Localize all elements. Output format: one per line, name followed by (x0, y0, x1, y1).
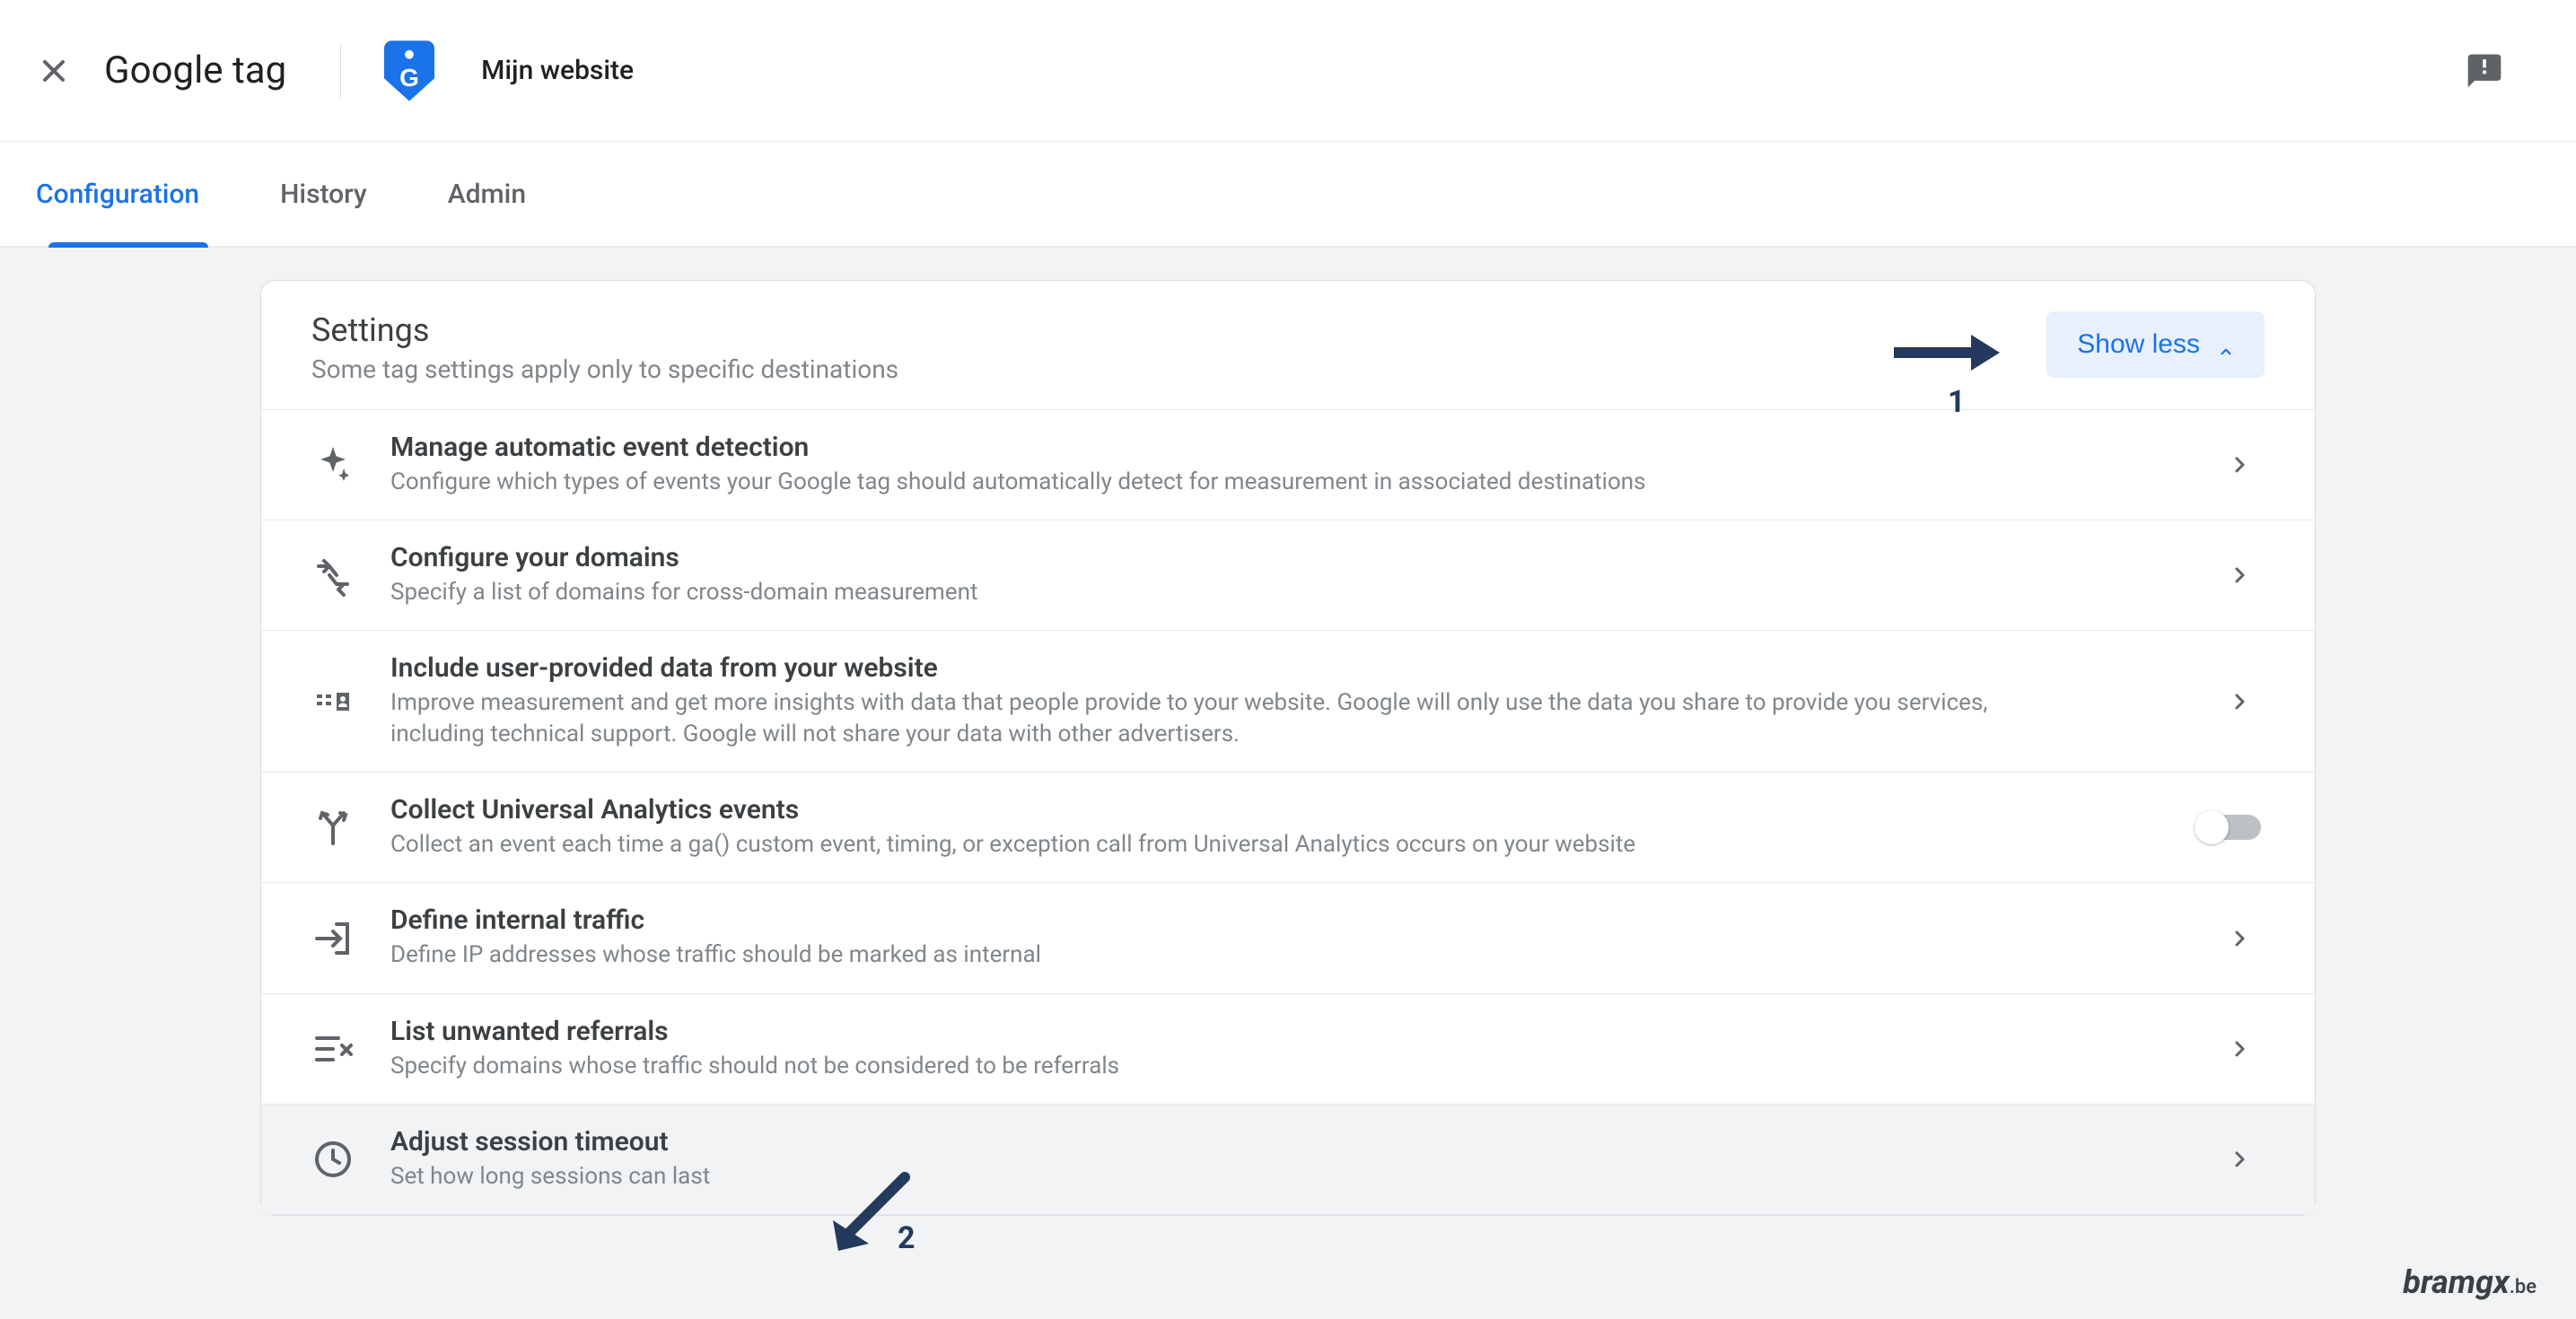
header-bar: Google tag G Mijn website (0, 0, 2576, 142)
settings-row-desc: Set how long sessions can last (390, 1161, 2078, 1192)
settings-row-desc: Configure which types of events your Goo… (390, 467, 2078, 498)
site-name: Mijn website (481, 55, 634, 86)
settings-row[interactable]: Configure your domains Specify a list of … (261, 520, 2315, 631)
page-title: Google tag (104, 48, 286, 92)
clock-icon (311, 1138, 355, 1181)
chevron-right-icon (2214, 454, 2265, 476)
settings-card-header: Settings Some tag settings apply only to… (261, 281, 2315, 409)
settings-row-title: Adjust session timeout (390, 1126, 2178, 1157)
watermark-name: bramgx (2403, 1263, 2510, 1301)
watermark: bramgx.be (2403, 1263, 2537, 1301)
settings-row-title: Collect Universal Analytics events (390, 794, 2157, 825)
id-card-icon (311, 680, 355, 723)
settings-row[interactable]: Adjust session timeout Set how long sessi… (261, 1105, 2315, 1215)
tab-configuration[interactable]: Configuration (36, 142, 199, 246)
content-area: Settings Some tag settings apply only to… (0, 248, 2576, 1319)
settings-row[interactable]: Include user-provided data from your web… (261, 631, 2315, 773)
settings-row-desc: Specify a list of domains for cross-doma… (390, 577, 2078, 608)
settings-row-text: Collect Universal Analytics events Collec… (390, 794, 2157, 860)
chevron-right-icon (2214, 691, 2265, 712)
tab-admin[interactable]: Admin (448, 142, 526, 246)
settings-row-title: Define internal traffic (390, 904, 2178, 936)
chevron-right-icon (2214, 928, 2265, 949)
annotation-label-2: 2 (898, 1220, 916, 1256)
settings-row-title: List unwanted referrals (390, 1016, 2178, 1047)
show-less-button[interactable]: Show less (2046, 311, 2265, 378)
sparkle-icon (311, 443, 355, 486)
close-icon[interactable] (36, 53, 72, 89)
chevron-right-icon (2214, 564, 2265, 586)
settings-row-text: Include user-provided data from your web… (390, 652, 2178, 750)
settings-card: Settings Some tag settings apply only to… (260, 280, 2316, 1216)
settings-row-text: Configure your domains Specify a list of … (390, 542, 2178, 608)
settings-rows: Manage automatic event detection Configur… (261, 409, 2315, 1215)
settings-row[interactable]: Collect Universal Analytics events Collec… (261, 773, 2315, 883)
filter-x-icon (311, 1027, 355, 1070)
feedback-icon[interactable] (2465, 51, 2504, 91)
settings-row[interactable]: Define internal trafficDefine IP address… (261, 883, 2315, 993)
settings-row-title: Configure your domains (390, 542, 2178, 573)
google-tag-icon: G (381, 37, 438, 105)
tab-bar: Configuration History Admin (0, 142, 2576, 248)
merge-icon (311, 554, 355, 597)
settings-row[interactable]: List unwanted referrals Specify domains w… (261, 994, 2315, 1105)
annotation-arrow-1 (1894, 328, 2002, 388)
settings-row-title: Include user-provided data from your web… (390, 652, 2178, 684)
toggle-switch[interactable] (2193, 815, 2265, 840)
settings-row-text: Define internal trafficDefine IP address… (390, 904, 2178, 971)
svg-text:G: G (399, 63, 419, 91)
settings-row[interactable]: Manage automatic event detection Configur… (261, 410, 2315, 520)
exit-icon (311, 917, 355, 960)
settings-row-desc: Specify domains whose traffic should not… (390, 1051, 2078, 1082)
settings-row-text: Adjust session timeout Set how long sessi… (390, 1126, 2178, 1192)
header-divider (340, 44, 341, 98)
show-less-label: Show less (2077, 329, 2200, 360)
split-icon (311, 806, 355, 849)
settings-title: Settings (311, 311, 2046, 349)
settings-row-title: Manage automatic event detection (390, 432, 2178, 463)
tab-history[interactable]: History (280, 142, 367, 246)
settings-row-text: Manage automatic event detection Configur… (390, 432, 2178, 498)
settings-row-desc: Define IP addresses whose traffic should… (390, 939, 2078, 971)
annotation-label-1: 1 (1948, 384, 1966, 420)
chevron-up-icon (2218, 336, 2234, 353)
settings-subtitle: Some tag settings apply only to specific… (311, 354, 2046, 384)
chevron-right-icon (2214, 1038, 2265, 1060)
settings-row-desc: Improve measurement and get more insight… (390, 687, 2078, 750)
settings-row-desc: Collect an event each time a ga() custom… (390, 829, 2078, 860)
settings-row-text: List unwanted referrals Specify domains w… (390, 1016, 2178, 1082)
chevron-right-icon (2214, 1149, 2265, 1170)
watermark-tld: .be (2510, 1276, 2537, 1298)
